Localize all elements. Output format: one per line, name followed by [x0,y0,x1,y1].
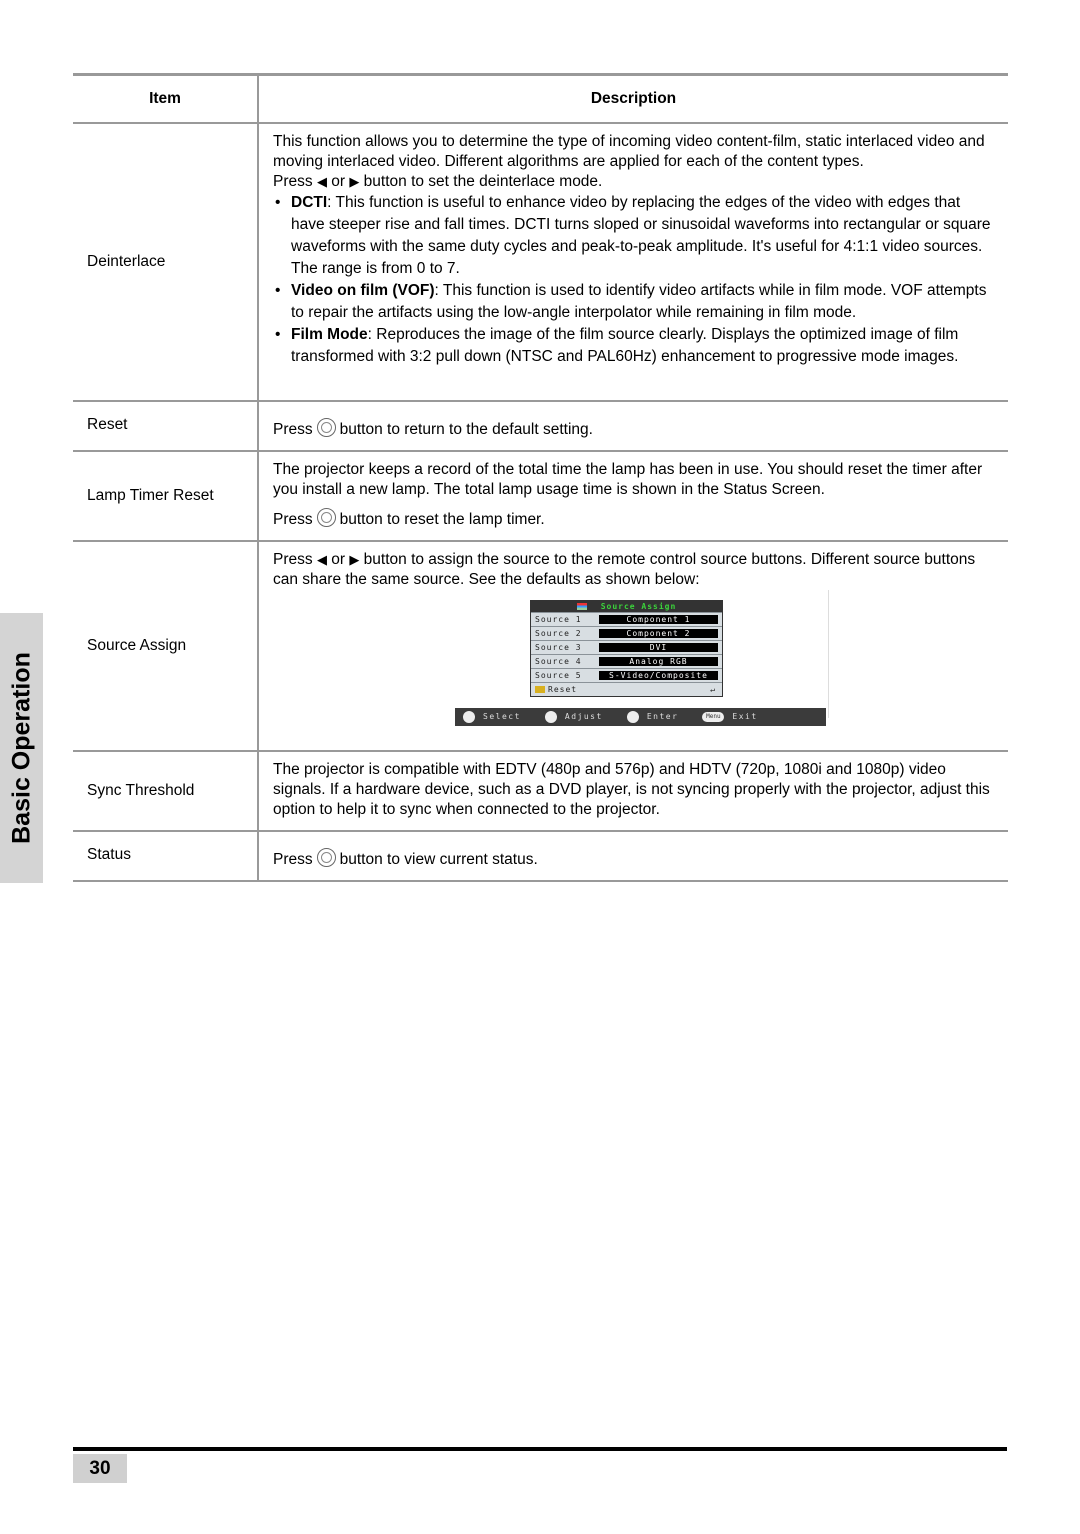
right-arrow-icon: ▶ [349,552,360,567]
item-reset: Reset [73,401,259,451]
item-source-assign: Source Assign [73,541,259,751]
deinterlace-options-list: DCTI: This function is useful to enhance… [273,192,998,368]
table-row-sync-threshold: Sync Threshold The projector is compatib… [73,751,1008,831]
up-down-icon [463,711,475,723]
table-row-reset: Reset Press button to return to the defau… [73,401,1008,451]
enter-button-icon [316,508,336,527]
description-sync-threshold: The projector is compatible with EDTV (4… [273,761,990,818]
osd-row-reset[interactable]: Reset ↵ [531,682,722,696]
menu-button-icon: Menu [702,712,725,722]
enter-button-icon [316,418,336,437]
enter-button-icon [316,848,336,867]
right-arrow-icon: ▶ [349,174,360,189]
enter-return-icon: ↵ [710,684,716,694]
page-number: 30 [73,1454,127,1483]
description-lamp-timer-reset: The projector keeps a record of the tota… [273,461,983,528]
osd-screenshot: Source Assign Source 1 Component 1 Source… [273,590,998,740]
description-reset: Press button to return to the default set… [258,401,1008,451]
item-sync-threshold: Sync Threshold [73,751,259,831]
deinterlace-intro: This function allows you to determine th… [273,133,985,170]
folder-icon [535,685,545,693]
left-arrow-icon: ◀ [316,552,327,567]
deinterlace-press-line: Press ◀ or ▶ button to set the deinterla… [273,173,603,190]
table-row-status: Status Press button to view current statu… [73,831,1008,881]
list-item: DCTI: This function is useful to enhance… [273,192,998,280]
left-arrow-icon: ◀ [316,174,327,189]
list-item: Video on film (VOF): This function is us… [273,280,998,324]
section-label: Basic Operation [7,652,35,844]
description-status: Press button to view current status. [258,831,1008,881]
description-deinterlace: This function allows you to determine th… [258,123,1008,401]
source-assign-osd-menu: Source Assign Source 1 Component 1 Source… [530,600,723,697]
footer-rule [73,1447,1007,1451]
item-deinterlace: Deinterlace [73,123,259,401]
item-status: Status [73,831,259,881]
header-description: Description [590,90,677,107]
table-header-row: Item Description [73,74,1008,123]
item-lamp-timer-reset: Lamp Timer Reset [73,451,259,541]
left-right-icon [544,711,557,723]
osd-navigation-bar: Select Adjust Enter Menu Exit [455,708,826,726]
table-row-deinterlace: Deinterlace This function allows you to … [73,123,1008,401]
section-side-tab: Basic Operation [0,613,43,883]
table-row-source-assign: Source Assign Press ◀ or ▶ button to ass… [73,541,1008,751]
table-row-lamp-timer-reset: Lamp Timer Reset The projector keeps a r… [73,451,1008,541]
enter-icon [626,711,639,723]
settings-table: Item Description Deinterlace This functi… [73,73,1008,882]
header-item: Item [73,74,259,123]
description-source-assign: Press ◀ or ▶ button to assign the source… [258,541,1008,751]
list-item: Film Mode: Reproduces the image of the f… [273,324,998,368]
osd-frame-edge [828,590,829,718]
